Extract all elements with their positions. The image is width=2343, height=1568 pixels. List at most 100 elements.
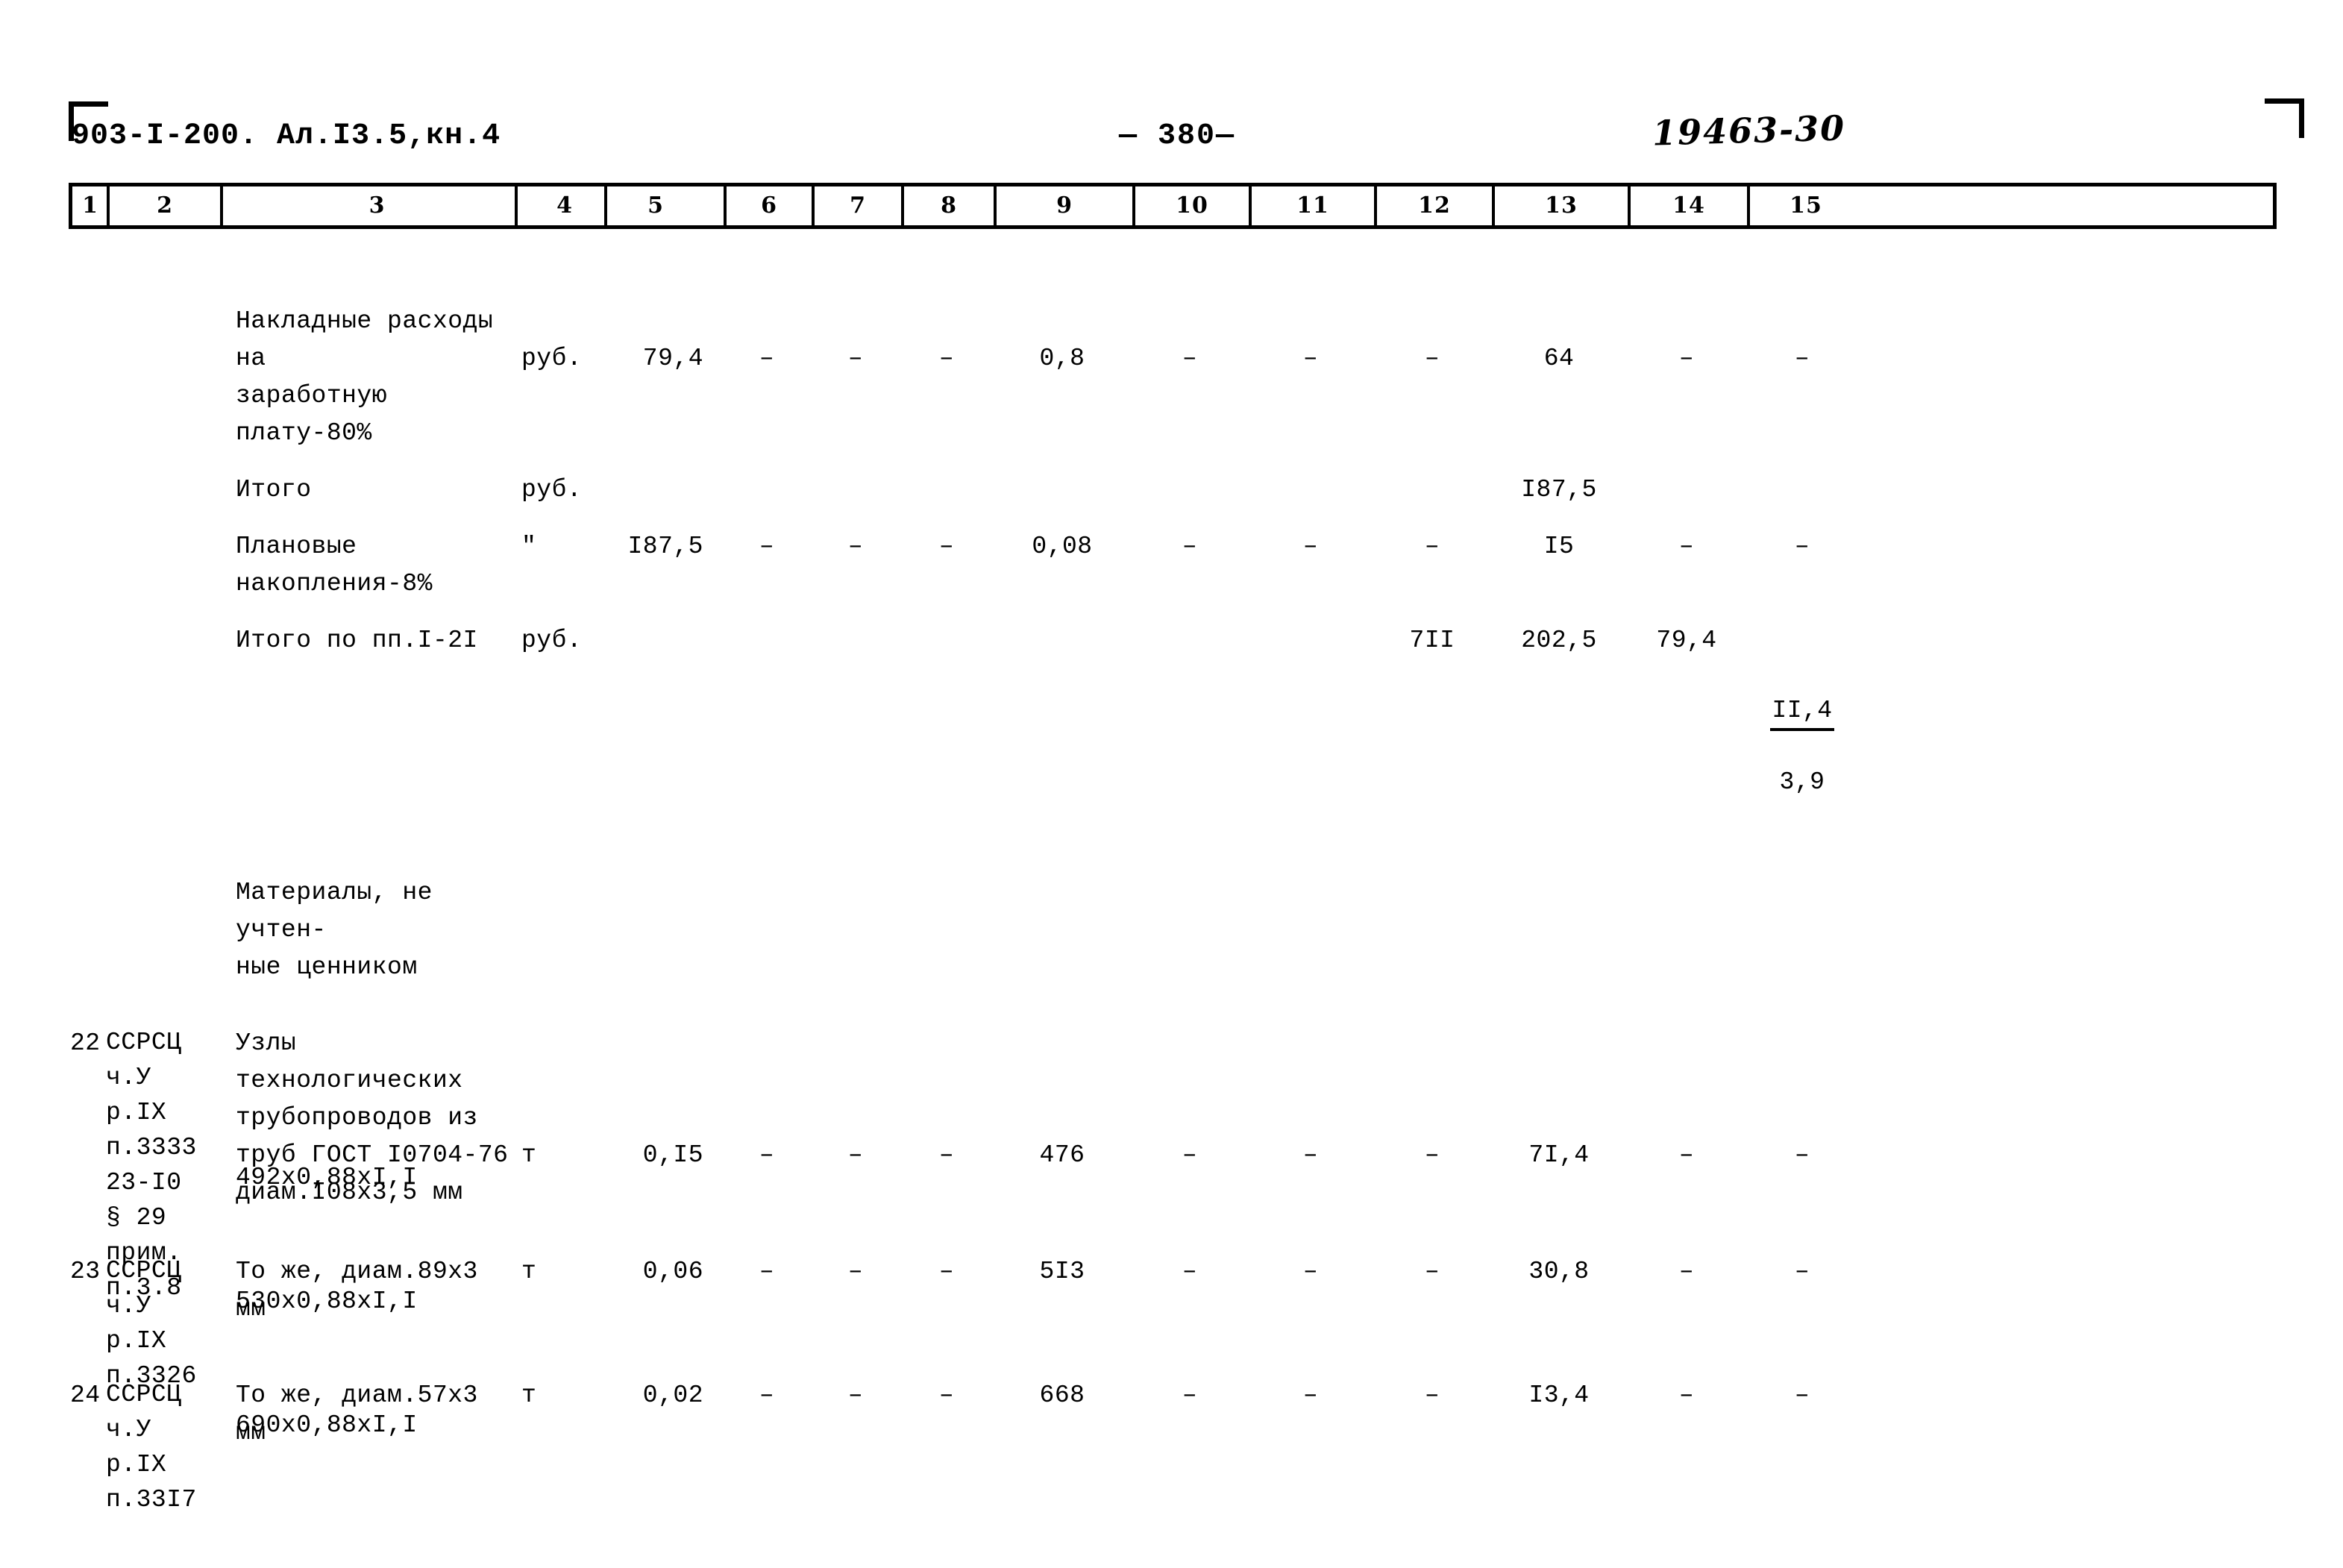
row-value-11: –	[1302, 1382, 1319, 1409]
row-value-12: –	[1424, 533, 1440, 560]
row-value-6: –	[759, 1141, 775, 1169]
row-value-15: –	[1794, 533, 1810, 560]
row-quantity: 79,4	[642, 345, 703, 372]
column-header-12: 12	[1377, 186, 1495, 225]
column-header-2: 2	[110, 186, 223, 225]
row-value-14: –	[1678, 533, 1695, 560]
row-value-14: –	[1678, 1141, 1695, 1169]
row-justification: ССРСЦ ч.У р.IX п.33I7	[106, 1381, 197, 1514]
table-row: Материалы, не учтен- ные ценником	[69, 874, 2277, 986]
row-value-9: 5I3	[1039, 1258, 1085, 1285]
row-unit: руб.	[521, 476, 583, 504]
row-unit: т	[521, 1141, 537, 1169]
row-value-15: –	[1794, 1382, 1810, 1409]
row-value-12: –	[1424, 1258, 1440, 1285]
column-header-11: 11	[1252, 186, 1377, 225]
column-header-9: 9	[997, 186, 1135, 225]
row-value-8: –	[938, 1141, 955, 1169]
column-header-4: 4	[518, 186, 607, 225]
crop-mark-top-right	[2265, 98, 2304, 138]
row-value-14: –	[1678, 1258, 1695, 1285]
row-value-7: –	[847, 1141, 864, 1169]
column-header-13: 13	[1495, 186, 1631, 225]
row-quantity: 0,02	[642, 1382, 703, 1409]
column-header-14: 14	[1631, 186, 1750, 225]
row-value-14: –	[1678, 345, 1695, 372]
column-header-6: 6	[727, 186, 815, 225]
fraction-numerator: II,4	[1770, 694, 1834, 731]
column-header-1: 1	[72, 186, 110, 225]
row-value-7: –	[847, 1382, 864, 1409]
table-row: Накладные расходы на заработную плату-80…	[69, 303, 2277, 452]
row-gap	[69, 986, 2277, 1025]
row-value-6: –	[759, 345, 775, 372]
row-value-6: –	[759, 533, 775, 560]
document-code: 903-I-200. Ал.I3.5,кн.4	[72, 119, 501, 153]
row-value-8: –	[938, 1382, 955, 1409]
row-value-6: –	[759, 1382, 775, 1409]
row-value-15: –	[1794, 1258, 1810, 1285]
row-value-13: 64	[1543, 345, 1575, 372]
row-value-7: –	[847, 1258, 864, 1285]
row-value-13: I87,5	[1521, 476, 1597, 504]
row-unit: "	[521, 533, 537, 560]
row-value-11: –	[1302, 1141, 1319, 1169]
column-header-8: 8	[904, 186, 997, 225]
row-value-7: –	[847, 533, 864, 560]
row-value-11: –	[1302, 345, 1319, 372]
row-value-12: –	[1424, 1141, 1440, 1169]
column-header-5: 5	[607, 186, 727, 225]
row-unit: т	[521, 1382, 537, 1409]
row-gap	[69, 452, 2277, 471]
row-gap	[69, 603, 2277, 622]
row-gap	[69, 246, 2277, 303]
row-unit: т	[521, 1258, 537, 1285]
row-gap	[69, 509, 2277, 528]
row-value-13: 30,8	[1528, 1258, 1590, 1285]
row-justification: ССРСЦ ч.У р.IX п.3326	[106, 1257, 197, 1390]
row-description: Плановые накопления-8%	[236, 533, 433, 598]
row-value-15-fraction: II,4 3,9	[1746, 622, 1858, 835]
handwritten-note: 19463-30	[1652, 107, 1846, 154]
row-value-10: –	[1182, 345, 1198, 372]
table-row: 24 ССРСЦ ч.У р.IX п.33I7 То же, диам.57х…	[69, 1377, 2277, 1517]
row-value-7: –	[847, 345, 864, 372]
row-value-13: 7I,4	[1528, 1141, 1590, 1169]
row-quantity: 0,06	[642, 1258, 703, 1285]
table-row: Плановые накопления-8% " I87,5 – – – 0,0…	[69, 528, 2277, 603]
row-value-14: –	[1678, 1382, 1695, 1409]
row-number: 23	[70, 1258, 101, 1285]
row-unit: руб.	[521, 345, 583, 372]
row-value-14: 79,4	[1656, 627, 1717, 654]
column-header-10: 10	[1135, 186, 1252, 225]
row-value-13: I3,4	[1528, 1382, 1590, 1409]
row-gap	[69, 835, 2277, 874]
column-header-15: 15	[1790, 192, 1822, 219]
row-value-9: 0,08	[1032, 533, 1093, 560]
row-value-13: 202,5	[1521, 627, 1597, 654]
row-description: Материалы, не учтен- ные ценником	[236, 879, 433, 981]
row-number: 24	[70, 1382, 101, 1409]
page-number: — 380—	[1119, 119, 1236, 153]
row-formula: 690х0,88хI,I	[236, 1411, 418, 1439]
row-value-12: –	[1424, 345, 1440, 372]
row-value-9: 476	[1039, 1141, 1085, 1169]
column-header-3: 3	[223, 186, 518, 225]
row-value-12: 7II	[1409, 627, 1455, 654]
row-formula: 492х0,88хI,I	[236, 1164, 418, 1191]
table-column-header-row: 1 2 3 4 5 6 7 8 9 10 11 12 13 14 15	[69, 183, 2277, 229]
row-value-15: –	[1794, 1141, 1810, 1169]
row-formula: 530х0,88хI,I	[236, 1288, 418, 1315]
column-header-7: 7	[815, 186, 904, 225]
row-value-10: –	[1182, 1141, 1198, 1169]
row-value-10: –	[1182, 1382, 1198, 1409]
table-body: Накладные расходы на заработную плату-80…	[69, 246, 2277, 1514]
row-value-15: –	[1794, 345, 1810, 372]
row-value-8: –	[938, 533, 955, 560]
table-row: Итого по пп.I-2I руб. 7II 202,5 79,4 II,…	[69, 622, 2277, 835]
row-number: 22	[70, 1029, 101, 1057]
row-quantity: 0,I5	[642, 1141, 703, 1169]
row-description: Накладные расходы на заработную плату-80…	[236, 307, 494, 447]
row-value-10: –	[1182, 533, 1198, 560]
row-gap	[69, 1320, 2277, 1377]
